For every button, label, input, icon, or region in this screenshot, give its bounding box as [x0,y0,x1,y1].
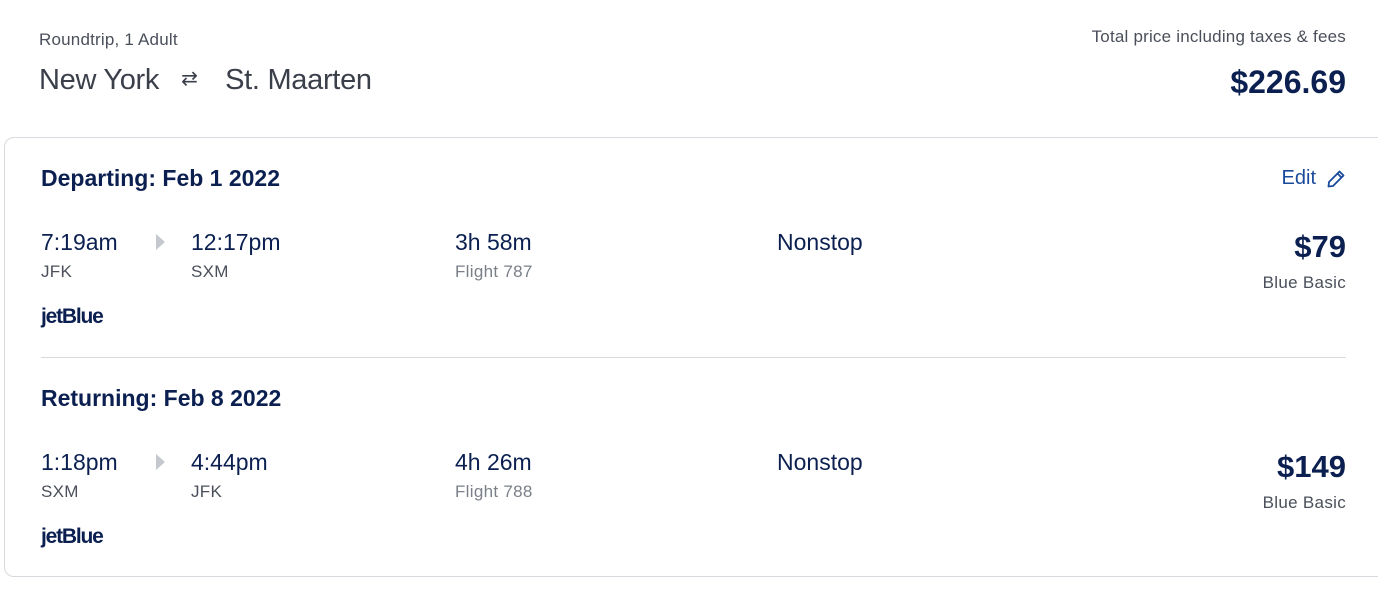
trip-summary-page: Roundtrip, 1 Adult New York ⇄ St. Maarte… [0,0,1378,595]
arrival-airport: JFK [191,482,223,501]
itinerary-card: Departing: Feb 1 2022 Edit 7:19am JFK 12… [4,137,1378,577]
fare-price: $79 [1294,229,1346,264]
leg-title: Returning: Feb 8 2022 [41,385,282,411]
fare-name: Blue Basic [1262,273,1346,292]
total-price: $226.69 [1230,64,1346,100]
arrival-airport: SXM [191,262,229,281]
stops: Nonstop [777,229,863,255]
trip-meta: Roundtrip, 1 Adult [39,30,178,49]
arrow-right-icon [156,454,165,470]
arrival-time: 12:17pm [191,229,281,255]
departure-time: 7:19am [41,229,118,255]
departure-airport: SXM [41,482,79,501]
departure-airport: JFK [41,262,73,281]
returning-leg: Returning: Feb 8 2022 1:18pm SXM 4:44pm … [41,385,1346,565]
swap-arrows-icon: ⇄ [181,68,198,90]
leg-title: Departing: Feb 1 2022 [41,165,281,191]
route-title: New York ⇄ St. Maarten [39,64,372,97]
arrival-time: 4:44pm [191,449,268,475]
edit-label: Edit [1281,167,1316,189]
jetblue-logo: jetBlue [41,305,104,328]
stops: Nonstop [777,449,863,475]
leg-divider [41,357,1346,358]
fare-price: $149 [1277,449,1346,484]
destination-city: St. Maarten [225,64,372,96]
edit-button[interactable]: Edit [1282,167,1346,190]
flight-duration: 3h 58m [455,229,532,255]
departure-time: 1:18pm [41,449,118,475]
fare-name: Blue Basic [1262,493,1346,512]
flight-number: Flight 787 [455,262,533,281]
departing-leg: Departing: Feb 1 2022 Edit 7:19am JFK 12… [41,165,1346,345]
flight-duration: 4h 26m [455,449,532,475]
pencil-icon [1327,170,1345,187]
total-price-label: Total price including taxes & fees [1091,27,1346,46]
origin-city: New York [39,64,160,96]
jetblue-logo: jetBlue [41,525,104,548]
arrow-right-icon [156,234,165,250]
flight-number: Flight 788 [455,482,533,501]
